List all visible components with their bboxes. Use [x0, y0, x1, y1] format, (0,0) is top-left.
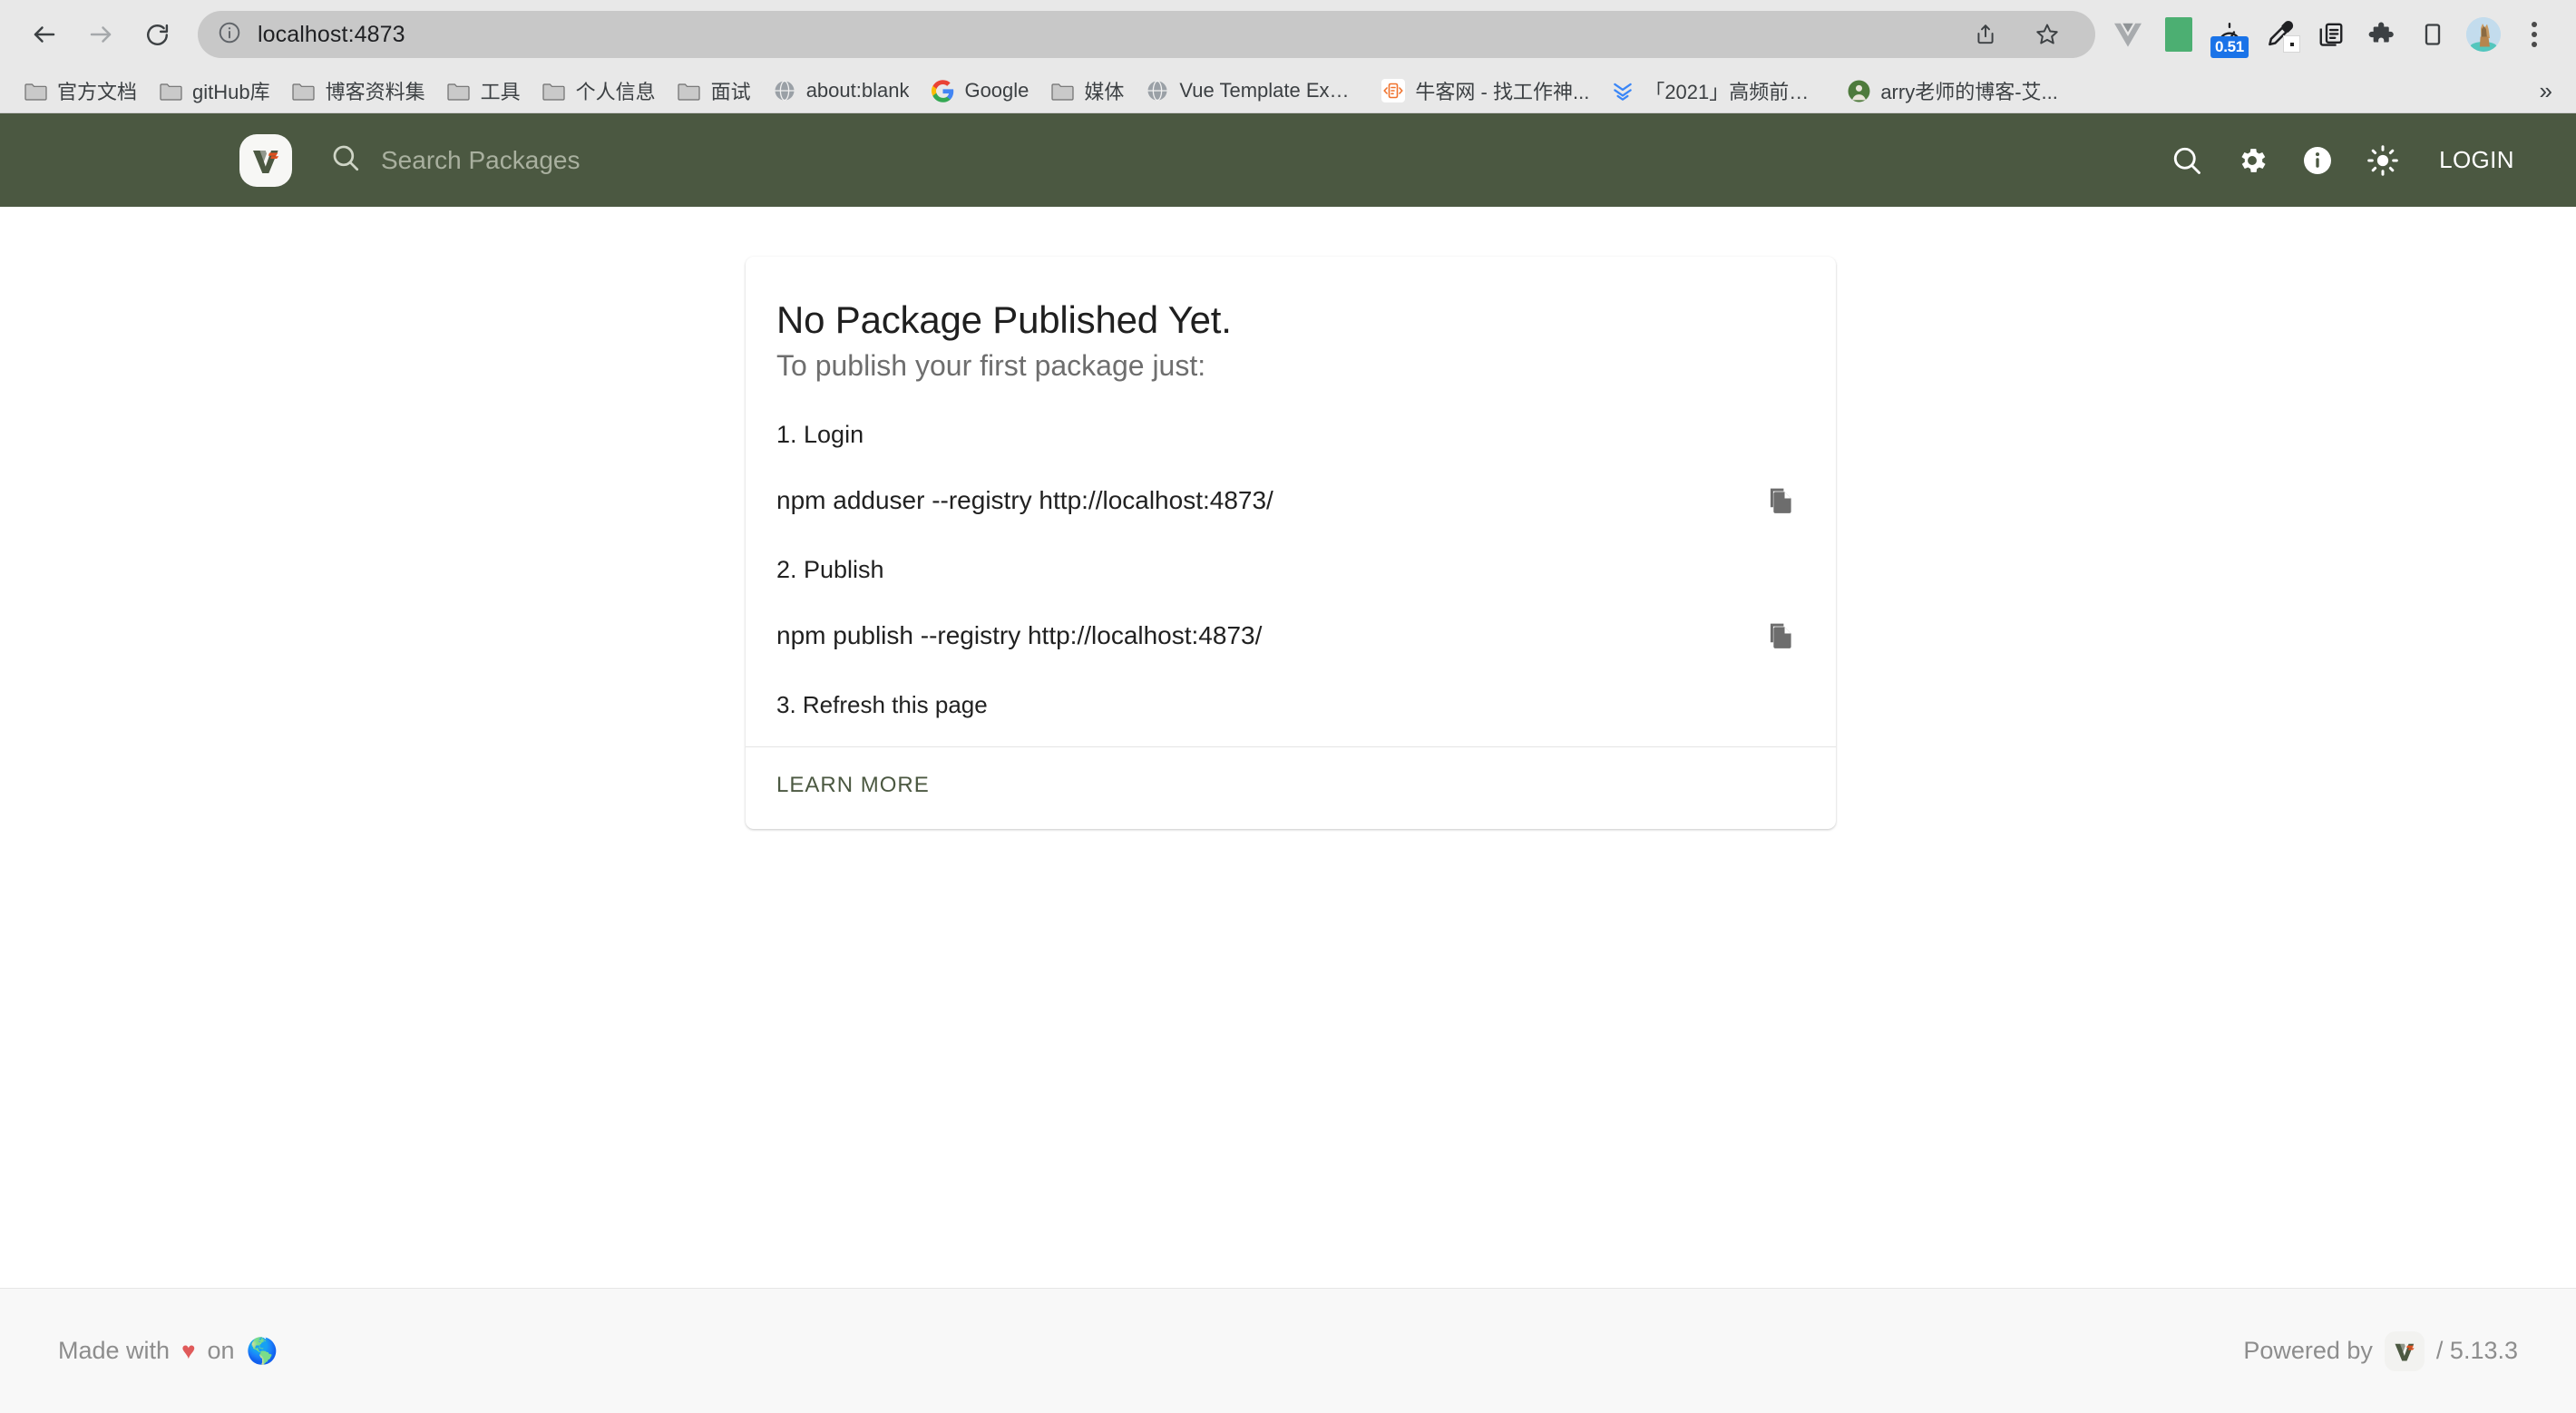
search-icon: [330, 142, 361, 178]
bookmark-item[interactable]: gitHub库: [148, 72, 281, 110]
made-with-love: Made with ♥ on 🌎: [58, 1337, 278, 1365]
adduser-command-text: npm adduser --registry http://localhost:…: [776, 486, 1273, 514]
bookmark-label: Google: [964, 79, 1029, 102]
clipboard-history-icon[interactable]: [2306, 9, 2356, 60]
juejin-favicon-icon: [1611, 79, 1634, 102]
bookmark-label: 官方文档: [57, 81, 138, 103]
powered-by: Powered by / 5.13.3: [2243, 1330, 2518, 1371]
profile-avatar[interactable]: [2458, 9, 2509, 60]
step-1-label: 1. Login: [776, 421, 864, 448]
side-panel-icon[interactable]: [2407, 9, 2458, 60]
bookmark-star-icon[interactable]: [2019, 6, 2075, 63]
forward-arrow-icon: [73, 6, 129, 63]
picked-color-swatch: [2283, 35, 2300, 53]
verdaccio-logo[interactable]: [2384, 1330, 2425, 1371]
made-with-prefix-text: Made with: [58, 1337, 171, 1364]
bookmark-label: 「2021」高频前端...: [1644, 81, 1826, 103]
url-text: localhost:4873: [258, 21, 405, 47]
search-icon[interactable]: [2154, 128, 2220, 193]
bookmark-label: 个人信息: [575, 81, 656, 103]
page-speed-score-badge: 0.51: [2210, 36, 2249, 58]
step-1-command-row: npm adduser --registry http://localhost:…: [776, 480, 1805, 521]
search-input[interactable]: [381, 145, 1016, 175]
folder-icon: [24, 79, 47, 102]
copy-icon[interactable]: [1760, 480, 1801, 521]
bookmark-item[interactable]: 「2021」高频前端...: [1600, 72, 1836, 110]
bookmark-item[interactable]: Google: [920, 74, 1039, 107]
gear-icon[interactable]: [2220, 128, 2285, 193]
bookmark-label: 博客资料集: [325, 81, 425, 103]
globe-favicon-icon: [773, 79, 796, 102]
bookmark-item[interactable]: Vue Template Expl...: [1135, 74, 1371, 107]
green-square-extension-icon[interactable]: [2153, 9, 2204, 60]
copy-icon[interactable]: [1760, 615, 1801, 657]
bookmark-label: about:blank: [805, 79, 910, 102]
bookmark-label: 媒体: [1084, 81, 1125, 103]
header-actions: LOGIN: [2154, 128, 2532, 193]
search-bar[interactable]: [330, 142, 2154, 178]
step-2-command-row: npm publish --registry http://localhost:…: [776, 615, 1805, 657]
app-footer: Made with ♥ on 🌎 Powered by / 5.13.3: [0, 1288, 2576, 1413]
step-2-label: 2. Publish: [776, 556, 884, 583]
bookmark-item[interactable]: 官方文档: [13, 72, 148, 110]
nowcoder-favicon-icon: [1381, 79, 1406, 102]
heart-icon: ♥: [181, 1337, 196, 1364]
bookmark-item[interactable]: 面试: [667, 72, 762, 110]
browser-toolbar: localhost:4873 0.51: [0, 0, 2576, 69]
globe-icon: 🌎: [246, 1336, 278, 1365]
google-favicon-icon: [931, 79, 954, 102]
folder-icon: [542, 79, 566, 102]
made-with-suffix-text: on: [207, 1337, 235, 1364]
verdaccio-logo[interactable]: [239, 133, 292, 187]
card-subtitle: To publish your first package just:: [776, 349, 1206, 382]
extensions-toolbar: 0.51: [2095, 9, 2560, 60]
brightness-theme-icon[interactable]: [2350, 128, 2415, 193]
back-arrow-icon[interactable]: [16, 6, 73, 63]
vue-devtools-icon[interactable]: [2103, 9, 2153, 60]
bookmark-item[interactable]: arry老师的博客-艾...: [1836, 72, 2069, 110]
no-package-card: No Package Published Yet. To publish you…: [746, 257, 1836, 829]
share-icon[interactable]: [1957, 6, 2014, 63]
bookmark-item[interactable]: 牛客网 - 找工作神...: [1371, 72, 1600, 110]
reload-icon[interactable]: [129, 6, 185, 63]
page-body: No Package Published Yet. To publish you…: [0, 207, 2576, 1288]
chrome-menu-icon[interactable]: [2509, 9, 2560, 60]
address-bar[interactable]: localhost:4873: [198, 11, 2095, 58]
card-divider: [746, 746, 1836, 747]
bookmark-label: 面试: [710, 81, 751, 103]
learn-more-link[interactable]: LEARN MORE: [776, 773, 930, 798]
bookmark-label: 工具: [480, 81, 521, 103]
step-3-label: 3. Refresh this page: [776, 691, 988, 718]
bookmark-item[interactable]: about:blank: [762, 74, 921, 107]
app-header: LOGIN: [0, 113, 2576, 207]
page-speed-icon[interactable]: 0.51: [2204, 9, 2255, 60]
bookmarks-bar: 官方文档 gitHub库 博客资料集 工具 个人信息 面试 about:blan…: [0, 69, 2576, 112]
browser-chrome: localhost:4873 0.51 官方文档 gitHub库 博客资料集 工…: [0, 0, 2576, 113]
powered-by-label: Powered by: [2243, 1337, 2373, 1364]
bookmark-item[interactable]: 工具: [436, 72, 532, 110]
folder-icon: [678, 79, 701, 102]
info-icon[interactable]: [2285, 128, 2350, 193]
login-button[interactable]: LOGIN: [2415, 135, 2532, 185]
bookmark-label: 牛客网 - 找工作神...: [1415, 81, 1590, 103]
publish-command-text: npm publish --registry http://localhost:…: [776, 621, 1263, 649]
bookmarks-overflow-button[interactable]: »: [2527, 73, 2565, 109]
globe-favicon-icon: [1146, 79, 1169, 102]
bookmark-item[interactable]: 博客资料集: [281, 72, 436, 110]
bookmark-item[interactable]: 个人信息: [532, 72, 667, 110]
folder-icon: [292, 79, 316, 102]
bookmark-label: arry老师的博客-艾...: [1880, 81, 2058, 103]
folder-icon: [447, 79, 471, 102]
page-title: No Package Published Yet.: [776, 298, 1232, 341]
eyedropper-color-picker-icon[interactable]: [2255, 9, 2306, 60]
folder-icon: [1050, 79, 1074, 102]
site-info-icon[interactable]: [218, 21, 241, 49]
bookmark-item[interactable]: 媒体: [1039, 72, 1135, 110]
bookmark-label: Vue Template Expl...: [1179, 79, 1361, 102]
extensions-puzzle-icon[interactable]: [2356, 9, 2407, 60]
folder-icon: [159, 79, 182, 102]
avatar-favicon-icon: [1847, 79, 1870, 102]
version-text: / 5.13.3: [2435, 1337, 2518, 1364]
bookmark-label: gitHub库: [192, 81, 270, 103]
